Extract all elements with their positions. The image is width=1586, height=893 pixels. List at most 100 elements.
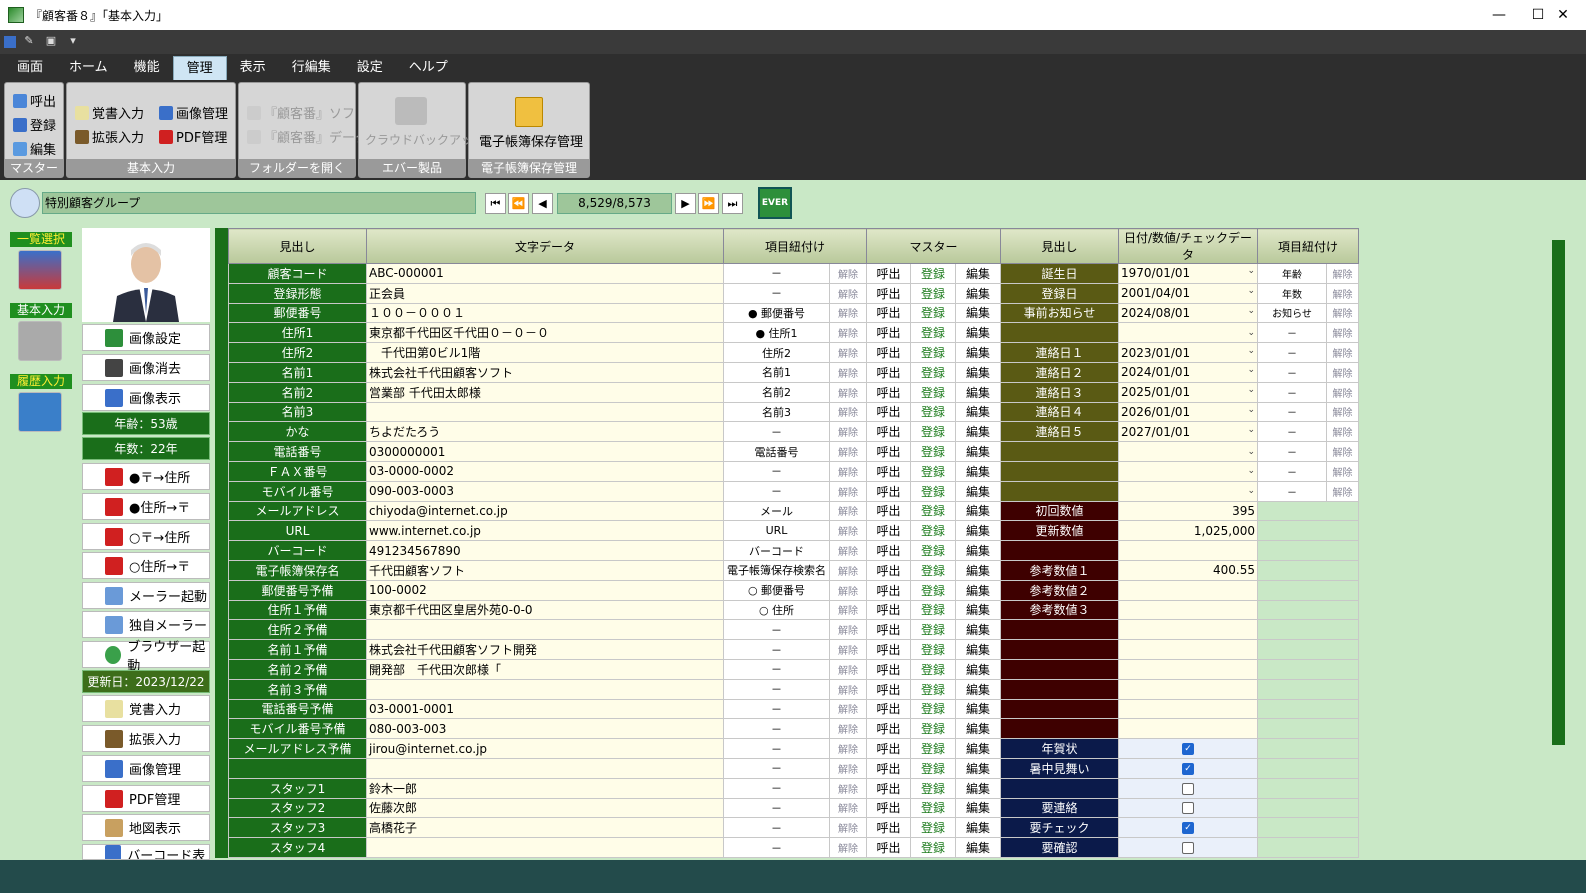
unlink-button[interactable]: 解除: [1326, 342, 1359, 363]
master-register-button[interactable]: 登録: [910, 777, 956, 799]
tab-help[interactable]: ヘルプ: [396, 56, 461, 80]
row-link-field[interactable]: ○ 郵便番号: [723, 579, 830, 601]
chevron-down-icon[interactable]: ▾: [64, 34, 82, 50]
row-text-value[interactable]: 正会員: [366, 282, 724, 304]
save-icon[interactable]: [4, 36, 16, 48]
master-call-button[interactable]: 呼出: [866, 282, 911, 304]
date-field[interactable]: ⌄: [1118, 480, 1258, 502]
date-field[interactable]: 2023/01/01 ⌄: [1118, 342, 1258, 363]
right-link-field[interactable]: 年齢: [1257, 263, 1327, 284]
right-link-field[interactable]: －: [1257, 342, 1327, 363]
master-call-button[interactable]: 呼出: [866, 500, 911, 522]
unlink-button[interactable]: 解除: [829, 559, 867, 581]
number-field[interactable]: [1118, 658, 1258, 680]
row-text-value[interactable]: [366, 401, 724, 423]
row-text-value[interactable]: jirou@internet.co.jp: [366, 738, 724, 759]
cloud-backup-button[interactable]: クラウドバックアップ: [365, 131, 485, 148]
number-field[interactable]: [1118, 698, 1258, 720]
group-name-field[interactable]: 特別顧客グループ: [42, 192, 476, 214]
master-edit-button[interactable]: 編集: [955, 381, 1001, 403]
unlink-button[interactable]: 解除: [829, 282, 867, 304]
right-link-field[interactable]: －: [1257, 401, 1327, 423]
right-link-field[interactable]: －: [1257, 322, 1327, 344]
custom-mailer-button[interactable]: 独自メーラー: [82, 611, 210, 638]
master-edit-button[interactable]: 編集: [955, 500, 1001, 522]
row-link-field[interactable]: －: [723, 263, 830, 284]
unlink-button[interactable]: 解除: [1326, 441, 1359, 462]
row-text-value[interactable]: [366, 619, 724, 641]
chevron-down-icon[interactable]: ⌄: [1247, 286, 1255, 296]
row-link-field[interactable]: 名前1: [723, 361, 830, 383]
master-register-button[interactable]: 登録: [910, 302, 956, 324]
master-edit-button[interactable]: 編集: [955, 658, 1001, 680]
master-edit-button[interactable]: 編集: [955, 322, 1001, 344]
unlink-button[interactable]: 解除: [829, 639, 867, 660]
master-call-button[interactable]: 呼出: [866, 619, 911, 641]
prev-record-button[interactable]: ◀: [532, 193, 553, 214]
number-field[interactable]: [1118, 599, 1258, 621]
master-edit-button[interactable]: 編集: [955, 738, 1001, 759]
row-link-field[interactable]: メール: [723, 500, 830, 522]
master-register-button[interactable]: 登録: [910, 619, 956, 641]
number-field[interactable]: [1118, 540, 1258, 561]
row-text-value[interactable]: 090-003-0003: [366, 480, 724, 502]
row-text-value[interactable]: [366, 837, 724, 858]
master-register-button[interactable]: 登録: [910, 599, 956, 621]
row-link-field[interactable]: －: [723, 797, 830, 819]
master-call-button[interactable]: 呼出: [866, 302, 911, 324]
master-register-button[interactable]: 登録: [910, 698, 956, 720]
date-field[interactable]: 2001/04/01 ⌄: [1118, 282, 1258, 304]
basic-input-icon[interactable]: [18, 321, 62, 361]
ever-button[interactable]: EVER: [758, 187, 792, 219]
chevron-down-icon[interactable]: ⌄: [1247, 405, 1255, 415]
row-text-value[interactable]: 03-0001-0001: [366, 698, 724, 720]
row-link-field[interactable]: －: [723, 421, 830, 443]
next-page-button[interactable]: ⏩: [698, 193, 719, 214]
master-call-button[interactable]: 呼出: [866, 460, 911, 482]
chevron-down-icon[interactable]: ⌄: [1247, 466, 1255, 476]
master-register-button[interactable]: 登録: [910, 263, 956, 284]
side-pdf-manage-button[interactable]: PDF管理: [82, 785, 210, 812]
date-field[interactable]: 2024/08/01 ⌄: [1118, 302, 1258, 324]
memo-input-button[interactable]: 覚書入力: [75, 103, 144, 122]
master-register-button[interactable]: 登録: [910, 460, 956, 482]
number-field[interactable]: [1118, 579, 1258, 601]
unlink-button[interactable]: 解除: [829, 619, 867, 641]
unlink-button[interactable]: 解除: [829, 263, 867, 284]
master-register-button[interactable]: 登録: [910, 559, 956, 581]
master-call-button[interactable]: 呼出: [13, 91, 56, 110]
master-edit-button[interactable]: 編集: [955, 777, 1001, 799]
master-register-button[interactable]: 登録: [910, 361, 956, 383]
master-edit-button[interactable]: 編集: [955, 579, 1001, 601]
chevron-down-icon[interactable]: ⌄: [1247, 447, 1255, 457]
unlink-button[interactable]: 解除: [829, 500, 867, 522]
number-field[interactable]: [1118, 639, 1258, 660]
master-register-button[interactable]: 登録: [910, 322, 956, 344]
image-delete-button[interactable]: 画像消去: [82, 354, 210, 381]
row-text-value[interactable]: [366, 757, 724, 779]
map-display-button[interactable]: 地図表示: [82, 814, 210, 841]
unlink-button[interactable]: 解除: [1326, 282, 1359, 304]
master-register-button[interactable]: 登録: [910, 441, 956, 462]
master-edit-button[interactable]: 編集: [13, 139, 56, 158]
master-call-button[interactable]: 呼出: [866, 738, 911, 759]
row-text-value[interactable]: 株式会社千代田顧客ソフト開発: [366, 639, 724, 660]
side-memo-input-button[interactable]: 覚書入力: [82, 695, 210, 722]
checkbox[interactable]: [1182, 802, 1194, 815]
number-field[interactable]: [1118, 718, 1258, 740]
row-link-field[interactable]: －: [723, 678, 830, 700]
date-field[interactable]: 2027/01/01 ⌄: [1118, 421, 1258, 443]
master-edit-button[interactable]: 編集: [955, 460, 1001, 482]
number-field[interactable]: 395: [1118, 500, 1258, 522]
master-call-button[interactable]: 呼出: [866, 520, 911, 542]
master-edit-button[interactable]: 編集: [955, 302, 1001, 324]
right-link-field[interactable]: －: [1257, 381, 1327, 403]
unlink-button[interactable]: 解除: [829, 718, 867, 740]
row-text-value[interactable]: 鈴木一郎: [366, 777, 724, 799]
history-input-icon[interactable]: [18, 392, 62, 432]
master-call-button[interactable]: 呼出: [866, 797, 911, 819]
master-edit-button[interactable]: 編集: [955, 678, 1001, 700]
side-extended-input-button[interactable]: 拡張入力: [82, 725, 210, 752]
master-call-button[interactable]: 呼出: [866, 678, 911, 700]
master-register-button[interactable]: 登録: [13, 115, 56, 134]
